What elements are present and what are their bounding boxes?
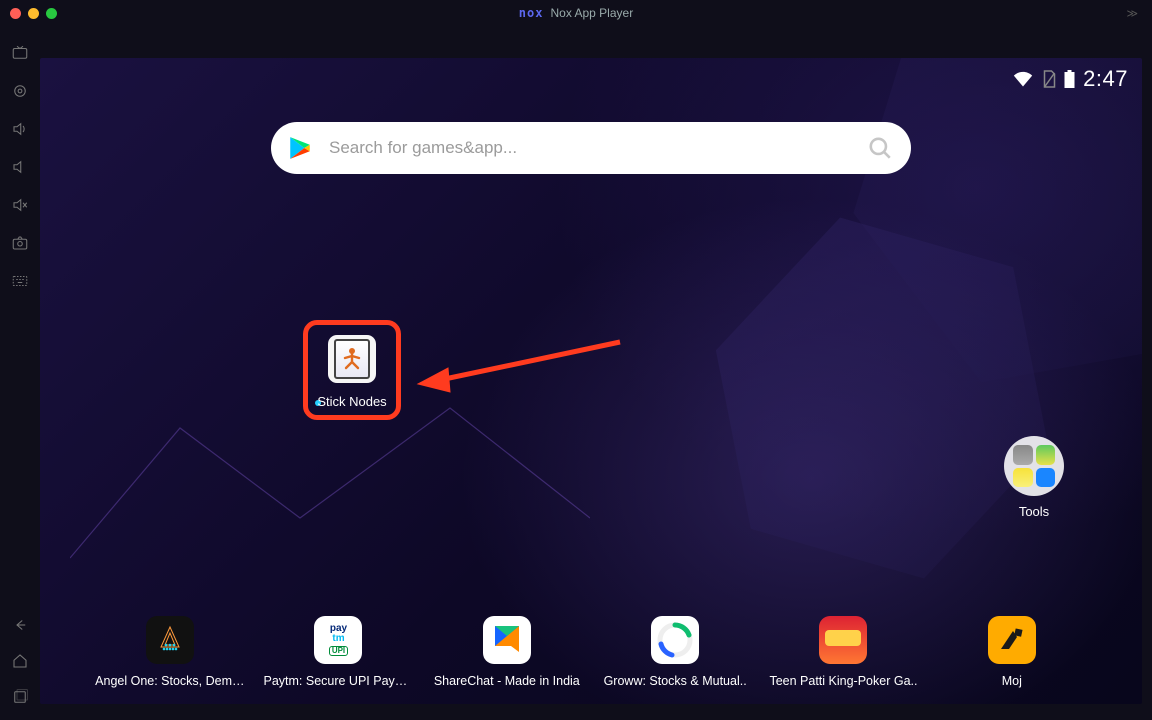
android-status-bar: 2:47 bbox=[1013, 66, 1128, 92]
window-title: Nox App Player bbox=[550, 6, 633, 20]
volume-mute-icon[interactable] bbox=[11, 196, 29, 214]
app-paytm[interactable]: paytm UPI Paytm: Secure UPI Payme.. bbox=[263, 616, 413, 688]
volume-down-icon[interactable] bbox=[11, 158, 29, 176]
search-icon[interactable] bbox=[867, 135, 893, 161]
app-label: Stick Nodes bbox=[308, 394, 396, 409]
google-play-icon bbox=[287, 135, 313, 161]
app-dock: Angel One: Stocks, Demat.. paytm UPI Pay… bbox=[40, 616, 1142, 688]
search-input[interactable] bbox=[329, 138, 851, 158]
wallpaper-decor bbox=[70, 398, 590, 598]
window-titlebar: nox Nox App Player ≫ bbox=[0, 0, 1152, 26]
search-bar[interactable] bbox=[271, 122, 911, 174]
angel-one-icon bbox=[146, 616, 194, 664]
app-label: Teen Patti King-Poker Ga.. bbox=[768, 674, 918, 688]
app-sharechat[interactable]: ShareChat - Made in India bbox=[432, 616, 582, 688]
app-label: Paytm: Secure UPI Payme.. bbox=[263, 674, 413, 688]
app-angel-one[interactable]: Angel One: Stocks, Demat.. bbox=[95, 616, 245, 688]
nox-logo: nox bbox=[519, 6, 544, 20]
moj-icon bbox=[988, 616, 1036, 664]
emulator-sidebar bbox=[0, 26, 40, 720]
window-controls bbox=[10, 8, 57, 19]
paytm-icon: paytm UPI bbox=[314, 616, 362, 664]
expand-toolbar-button[interactable]: ≫ bbox=[1126, 7, 1138, 20]
minimize-window-button[interactable] bbox=[28, 8, 39, 19]
android-home-icon[interactable] bbox=[11, 652, 29, 670]
app-label: ShareChat - Made in India bbox=[432, 674, 582, 688]
app-stick-nodes[interactable] bbox=[328, 335, 376, 383]
app-label: Moj bbox=[937, 674, 1087, 688]
keyboard-mapping-icon[interactable] bbox=[11, 272, 29, 290]
app-moj[interactable]: Moj bbox=[937, 616, 1087, 688]
tv-icon[interactable] bbox=[11, 44, 29, 62]
app-teen-patti[interactable]: Teen Patti King-Poker Ga.. bbox=[768, 616, 918, 688]
android-recents-icon[interactable] bbox=[11, 688, 29, 706]
battery-icon bbox=[1064, 70, 1075, 88]
wifi-icon bbox=[1013, 71, 1033, 87]
close-window-button[interactable] bbox=[10, 8, 21, 19]
no-sim-icon bbox=[1041, 70, 1056, 88]
android-back-icon[interactable] bbox=[11, 616, 29, 634]
volume-up-icon[interactable] bbox=[11, 120, 29, 138]
screenshot-icon[interactable] bbox=[11, 234, 29, 252]
location-icon[interactable] bbox=[11, 82, 29, 100]
android-screen: 2:47 Stick Nodes Tools A bbox=[40, 58, 1142, 704]
highlight-callout: Stick Nodes bbox=[303, 320, 401, 420]
zoom-window-button[interactable] bbox=[46, 8, 57, 19]
status-clock: 2:47 bbox=[1083, 66, 1128, 92]
folder-tools[interactable]: Tools bbox=[1004, 436, 1064, 519]
folder-label: Tools bbox=[1004, 504, 1064, 519]
annotation-arrow bbox=[410, 336, 640, 396]
app-groww[interactable]: Groww: Stocks & Mutual.. bbox=[600, 616, 750, 688]
groww-icon bbox=[651, 616, 699, 664]
app-label: Angel One: Stocks, Demat.. bbox=[95, 674, 245, 688]
teen-patti-icon bbox=[819, 616, 867, 664]
folder-icon bbox=[1004, 436, 1064, 496]
app-label: Groww: Stocks & Mutual.. bbox=[600, 674, 750, 688]
sharechat-icon bbox=[483, 616, 531, 664]
